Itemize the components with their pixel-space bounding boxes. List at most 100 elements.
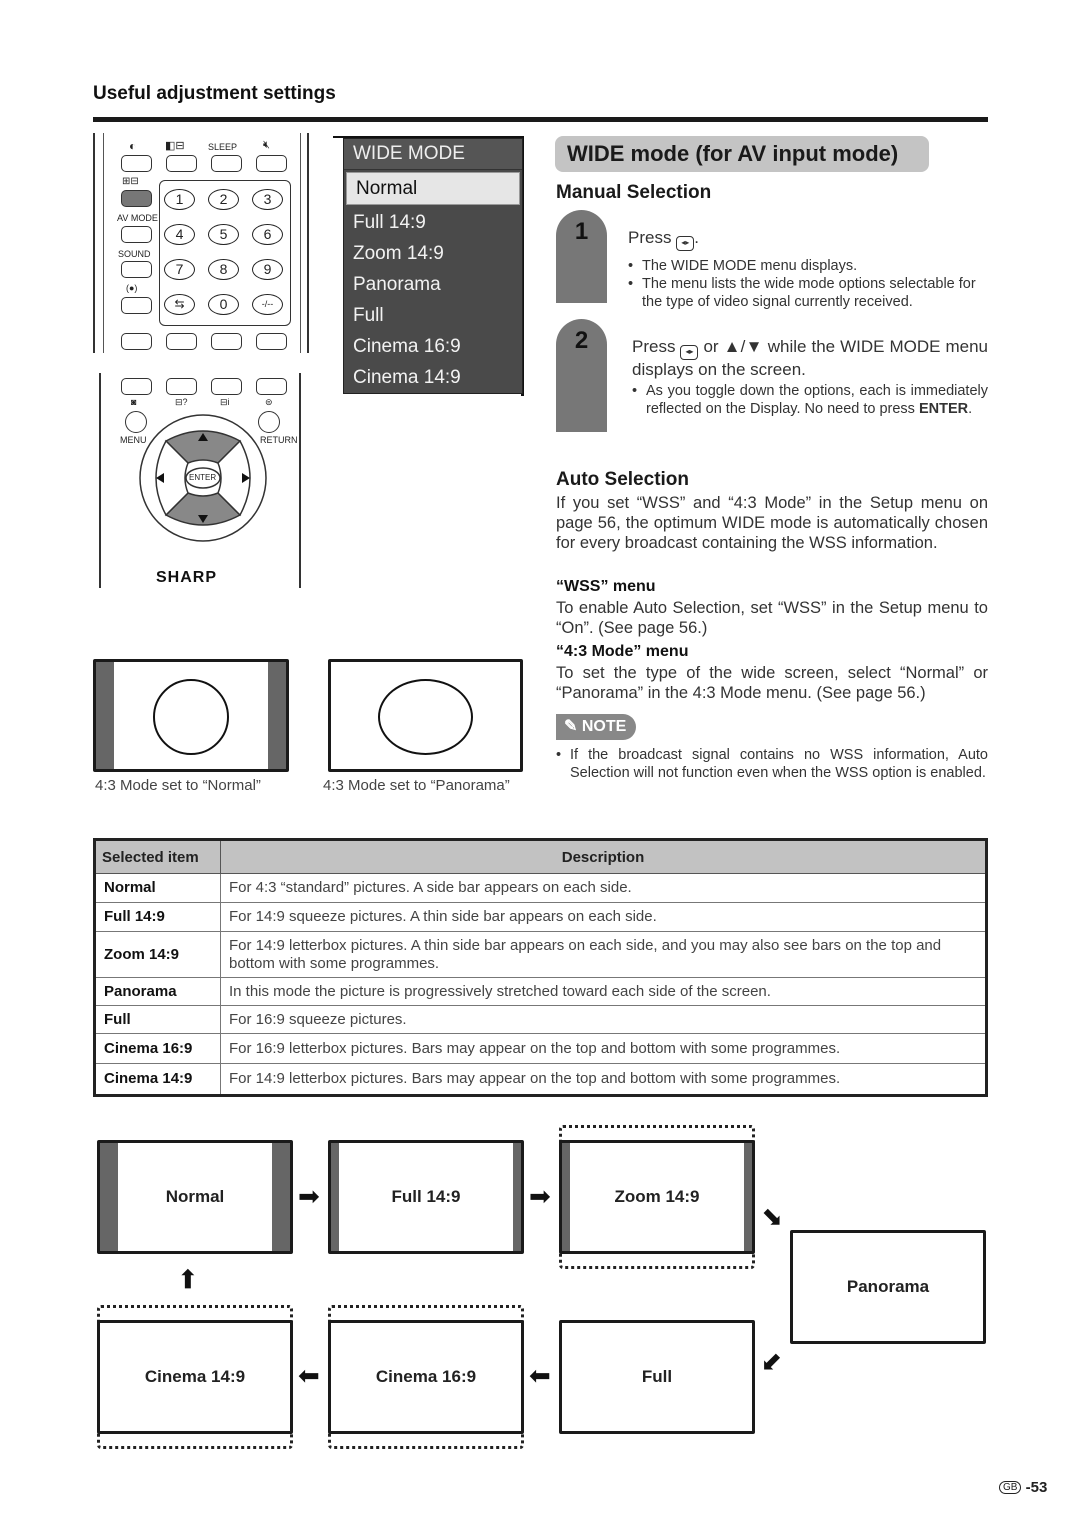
- number-button-5[interactable]: 5: [208, 224, 239, 245]
- page-number: GB -53: [999, 1479, 1047, 1496]
- reveal-icon: ⊟?: [175, 397, 188, 407]
- paperclip-icon: ✎: [564, 718, 578, 735]
- teletext-button-3[interactable]: [211, 378, 242, 395]
- step-1-press-label: Press: [628, 228, 672, 247]
- side-bar-left: [96, 662, 114, 769]
- digit-toggle-button[interactable]: -/--: [252, 294, 283, 315]
- surround-label: (●): [126, 283, 138, 293]
- menu-item-cinema-16-9[interactable]: Cinema 16:9: [344, 331, 522, 362]
- flow-label-panorama: Panorama: [846, 1277, 930, 1296]
- flow-label-cinema-14-9: Cinema 14:9: [144, 1367, 246, 1386]
- wide-mode-menu: WIDE MODE Normal Full 14:9 Zoom 14:9 Pan…: [343, 138, 523, 394]
- number-button-4[interactable]: 4: [164, 224, 195, 245]
- ellipse-shape: [378, 679, 473, 755]
- section-title: Useful adjustment settings: [93, 83, 336, 104]
- arrow-left-icon: ➡: [298, 1362, 320, 1392]
- arrow-left-icon: ➡: [529, 1362, 551, 1392]
- row-description: For 14:9 squeeze pictures. A thin side b…: [220, 902, 987, 932]
- row-item: Normal: [94, 873, 221, 903]
- sound-button[interactable]: [121, 261, 152, 278]
- panorama-caption: 4:3 Mode set to “Panorama”: [323, 777, 510, 794]
- av-mode-button[interactable]: [121, 226, 152, 243]
- teletext-button-1[interactable]: [121, 378, 152, 395]
- number-button-2[interactable]: 2: [208, 189, 239, 210]
- step-2-content: Press ◂▸ or ▲/▼ while the WIDE MODE menu…: [632, 337, 988, 417]
- number-button-0[interactable]: 0: [208, 294, 239, 315]
- teletext-button-2[interactable]: [166, 378, 197, 395]
- wss-menu-text: To enable Auto Selection, set “WSS” in t…: [556, 599, 988, 637]
- column-header-item: Selected item: [94, 839, 221, 874]
- number-button-8[interactable]: 8: [208, 259, 239, 280]
- picture-button[interactable]: [121, 155, 152, 172]
- manual-selection-heading: Manual Selection: [556, 182, 712, 203]
- wide-button-icon: ◂▸: [680, 345, 699, 360]
- page-number-text: -53: [1025, 1479, 1048, 1496]
- flow-box-full: Full: [559, 1320, 755, 1434]
- table-row: Full For 16:9 squeeze pictures.: [94, 1005, 987, 1034]
- number-button-7[interactable]: 7: [164, 259, 195, 280]
- color-button-1[interactable]: [121, 333, 152, 350]
- mode43-menu-text: To set the type of the wide screen, sele…: [556, 664, 988, 702]
- table-row: Normal For 4:3 “standard” pictures. A sid…: [94, 873, 987, 903]
- row-item: Full 14:9: [94, 902, 221, 932]
- wide-button-icon: ◂▸: [676, 236, 695, 251]
- step-2-bullet-end: .: [968, 401, 973, 417]
- number-button-1[interactable]: 1: [164, 189, 195, 210]
- table-row: Zoom 14:9 For 14:9 letterbox pictures. A …: [94, 931, 987, 978]
- menu-item-full-14-9[interactable]: Full 14:9: [344, 207, 522, 238]
- circle-shape: [153, 679, 229, 755]
- menu-item-full[interactable]: Full: [344, 300, 522, 331]
- note-item: • If the broadcast signal contains no WSS…: [556, 747, 988, 781]
- teletext-icon: ⊜: [265, 397, 273, 407]
- number-button-3[interactable]: 3: [252, 189, 283, 210]
- flow-box-panorama: Panorama: [790, 1230, 986, 1344]
- wide-mode-button[interactable]: [121, 190, 152, 207]
- surround-button[interactable]: [121, 297, 152, 314]
- menu-item-panorama[interactable]: Panorama: [344, 269, 522, 300]
- note-text: If the broadcast signal contains no WSS …: [570, 747, 988, 781]
- brand-logo: SHARP: [156, 569, 218, 586]
- panorama-mode-illustration: [328, 659, 523, 772]
- sleep-button[interactable]: [211, 155, 242, 172]
- menu-item-normal[interactable]: Normal: [346, 172, 520, 205]
- side-bar-right: [744, 1143, 752, 1251]
- flashback-button[interactable]: ⇆: [164, 294, 195, 315]
- color-button-2[interactable]: [166, 333, 197, 350]
- table-row: Cinema 14:9 For 14:9 letterbox pictures. …: [94, 1063, 987, 1096]
- row-description: For 16:9 squeeze pictures.: [220, 1005, 987, 1034]
- flow-label-zoom-14-9: Zoom 14:9: [614, 1187, 700, 1206]
- step-1-content: Press ◂▸. • The WIDE MODE menu displays. …: [628, 228, 988, 311]
- teletext-button-4[interactable]: [256, 378, 287, 395]
- step-2-badge: 2: [556, 319, 607, 432]
- side-bar-right: [513, 1143, 521, 1251]
- flow-label-normal: Normal: [165, 1187, 225, 1206]
- wss-menu-heading: “WSS” menu: [556, 578, 656, 595]
- color-button-3[interactable]: [211, 333, 242, 350]
- row-item: Panorama: [94, 977, 221, 1006]
- side-bar-right: [268, 662, 286, 769]
- up-down-arrows-icon: ▲/▼: [723, 337, 763, 356]
- number-button-9[interactable]: 9: [252, 259, 283, 280]
- table-row: Full 14:9 For 14:9 squeeze pictures. A th…: [94, 902, 987, 932]
- mute-button[interactable]: [256, 155, 287, 172]
- row-description: In this mode the picture is progressivel…: [220, 977, 987, 1006]
- menu-item-cinema-14-9[interactable]: Cinema 14:9: [344, 362, 522, 393]
- normal-caption: 4:3 Mode set to “Normal”: [95, 777, 261, 794]
- row-item: Cinema 14:9: [94, 1063, 221, 1096]
- number-button-6[interactable]: 6: [252, 224, 283, 245]
- flow-box-full-14-9: Full 14:9: [328, 1140, 524, 1254]
- arrow-down-right-icon: ➡: [754, 1198, 792, 1236]
- arrow-right-icon: ➡: [298, 1181, 320, 1211]
- row-item: Cinema 16:9: [94, 1033, 221, 1064]
- menu-item-zoom-14-9[interactable]: Zoom 14:9: [344, 238, 522, 269]
- note-badge: ✎ NOTE: [556, 714, 636, 740]
- remote-control-illustration: ◐ ◧⊟ SLEEP 🔇︎ ⊞⊟ AV MODE SOUND (●) 1 2 3…: [93, 133, 309, 593]
- number-pad: 1 2 3 4 5 6 7 8 9 ⇆ 0 -/--: [159, 180, 291, 326]
- flow-label-cinema-16-9: Cinema 16:9: [375, 1367, 477, 1386]
- table-row: Cinema 16:9 For 16:9 letterbox pictures. …: [94, 1033, 987, 1064]
- color-button-4[interactable]: [256, 333, 287, 350]
- note-label: NOTE: [581, 718, 627, 735]
- mute-icon: 🔇︎: [263, 139, 270, 151]
- step-1-bullet-1: The WIDE MODE menu displays.: [642, 258, 858, 274]
- freeze-button[interactable]: [166, 155, 197, 172]
